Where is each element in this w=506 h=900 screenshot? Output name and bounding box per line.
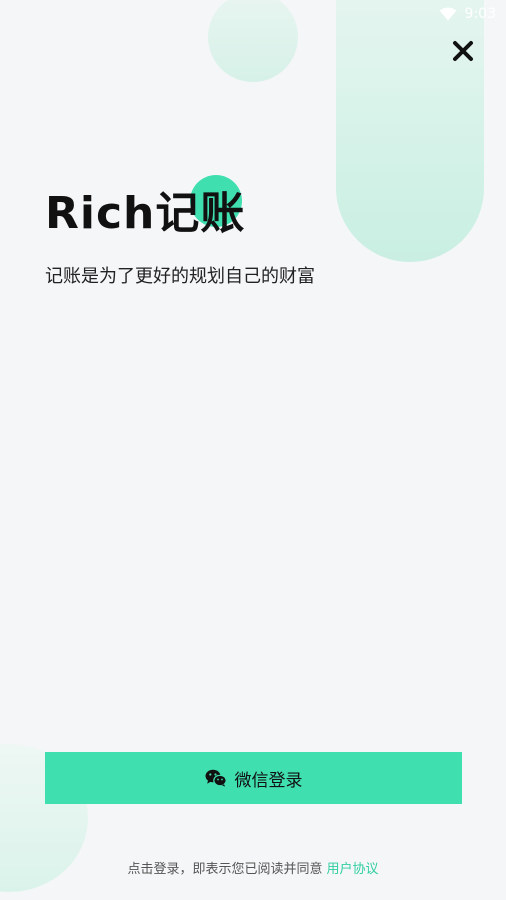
user-agreement-link[interactable]: 用户协议 bbox=[327, 862, 379, 877]
wifi-icon bbox=[439, 7, 457, 21]
agreement-notice: 点击登录，即表示您已阅读并同意 用户协议 bbox=[0, 858, 506, 877]
agreement-text: 点击登录，即表示您已阅读并同意 bbox=[127, 862, 323, 877]
wechat-login-button[interactable]: 微信登录 bbox=[45, 752, 462, 804]
status-time: 9:03 bbox=[464, 6, 496, 22]
wechat-icon bbox=[205, 769, 227, 787]
status-bar: 9:03 bbox=[439, 4, 496, 24]
close-icon bbox=[453, 41, 473, 61]
title-block: Rich记账 bbox=[45, 175, 246, 245]
decorative-circle bbox=[208, 0, 298, 82]
app-subtitle: 记账是为了更好的规划自己的财富 bbox=[45, 266, 315, 287]
close-button[interactable] bbox=[450, 38, 476, 64]
wechat-login-label: 微信登录 bbox=[234, 770, 303, 791]
login-screen: 9:03 Rich记账 记账是为了更好的规划自己的财富 微信登录 点击登录，即表… bbox=[0, 0, 506, 900]
app-title: Rich记账 bbox=[45, 188, 246, 239]
